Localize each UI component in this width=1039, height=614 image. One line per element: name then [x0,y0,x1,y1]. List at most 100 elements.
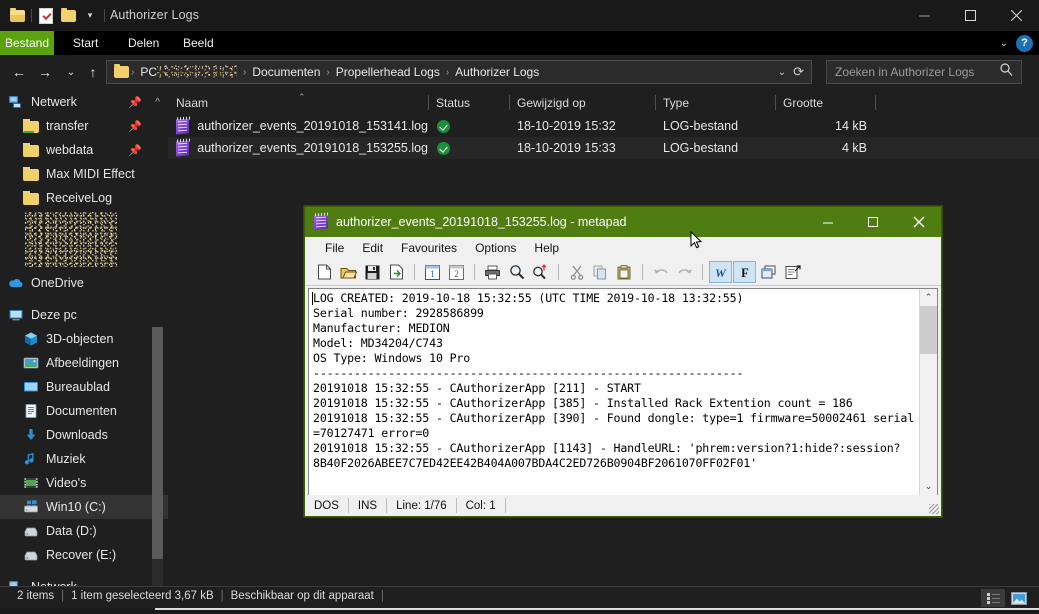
menu-help[interactable]: Help [525,239,568,257]
sidebar-item-3d-objecten[interactable]: 3D-objecten [0,327,168,351]
menu-file[interactable]: File [316,239,353,257]
scroll-down-arrow-icon[interactable]: ⌄ [920,478,937,495]
resize-grip[interactable] [929,504,939,514]
pin-icon[interactable]: 📌 [128,96,142,109]
column-header-grootte[interactable]: Grootte [775,90,875,115]
help-icon[interactable]: ? [1016,34,1033,52]
window-icon[interactable] [757,261,780,283]
column-header-status[interactable]: Status [428,90,509,115]
scroll-up-arrow-icon[interactable]: ⌃ [920,289,937,306]
breadcrumb-item-documenten[interactable]: Documenten [248,65,324,79]
forward-button[interactable]: → [34,62,56,82]
back-button[interactable]: ← [8,62,30,82]
open-file-icon[interactable] [337,261,360,283]
file-name-cell[interactable]: authorizer_events_20191018_153141.log [168,115,428,137]
breadcrumb-item-propellerhead-logs[interactable]: Propellerhead Logs [332,65,444,79]
table-row[interactable]: authorizer_events_20191018_153141.log 18… [168,115,1039,137]
sidebar-item-label: Video's [46,476,87,490]
sidebar-item-netwerk-quickaccess[interactable]: Netwerk 📌 ^ [0,90,168,114]
search-icon[interactable] [1000,63,1021,81]
pin-icon[interactable]: 📌 [128,144,142,157]
sidebar-item-onedrive[interactable]: OneDrive [0,271,168,295]
menu-edit[interactable]: Edit [353,239,392,257]
sidebar-item-deze-pc[interactable]: Deze pc [0,303,168,327]
chevron-down-icon[interactable]: ⌄ [778,67,786,78]
sidebar-item-downloads[interactable]: Downloads [0,423,168,447]
copy-icon[interactable] [589,261,612,283]
sidebar-item-label: Max MIDI Effect [46,167,135,181]
nav-pane-scroll-thumb[interactable] [152,327,163,559]
refresh-icon[interactable]: ⟳ [793,64,804,80]
metapad-vertical-scrollbar[interactable]: ⌃ ⌄ [919,289,937,495]
tab-bestand[interactable]: Bestand [0,31,54,55]
tab-delen[interactable]: Delen [117,31,170,55]
chevron-down-icon[interactable]: ▾ [79,5,101,27]
find-icon[interactable] [505,261,528,283]
redo-icon[interactable] [673,261,696,283]
up-button[interactable]: ↑ [82,62,104,82]
metapad-text-area[interactable]: LOG CREATED: 2019-10-18 15:32:55 (UTC TI… [308,288,938,496]
log-file-content[interactable]: LOG CREATED: 2019-10-18 15:32:55 (UTC TI… [313,291,919,471]
print-icon[interactable] [481,261,504,283]
menu-favourites[interactable]: Favourites [392,239,466,257]
new-file-icon[interactable] [313,261,336,283]
font-icon[interactable]: F [733,261,756,283]
sidebar-item-afbeeldingen[interactable]: Afbeeldingen [0,351,168,375]
sidebar-item-documenten[interactable]: Documenten [0,399,168,423]
nav-pane-scrollbar[interactable] [152,327,163,586]
file-name-cell[interactable]: authorizer_events_20191018_153255.log [168,137,428,159]
metapad-maximize-button[interactable] [851,207,896,237]
navigation-pane[interactable]: Netwerk 📌 ^ transfer 📌 webdata 📌 Max MID… [0,90,168,586]
table-row[interactable]: authorizer_events_20191018_153255.log 18… [168,137,1039,159]
pin-icon[interactable]: 📌 [128,120,142,133]
column-header-gewijzigd-op[interactable]: Gewijzigd op [509,90,655,115]
undo-icon[interactable] [649,261,672,283]
sidebar-item-data-d[interactable]: Data (D:) [0,519,168,543]
column-header-type[interactable]: Type [655,90,775,115]
sidebar-item-bureaublad[interactable]: Bureaublad [0,375,168,399]
column-header-naam[interactable]: Naam ⌃ [168,90,428,115]
sidebar-item-win10-c[interactable]: Win10 (C:) [0,495,168,519]
maximize-button[interactable] [947,0,993,31]
save-file-icon[interactable] [361,261,384,283]
address-bar[interactable]: › PC › Documenten › Propellerhead Logs ›… [106,60,812,84]
properties-icon[interactable] [781,261,804,283]
find-replace-icon[interactable] [529,261,552,283]
folder-new-icon[interactable] [6,5,28,27]
paste-icon[interactable] [613,261,636,283]
tab-beeld[interactable]: Beeld [172,31,225,55]
chevron-down-icon[interactable]: ⌄ [1000,38,1008,49]
tab-start[interactable]: Start [62,31,109,55]
recent-locations-button[interactable]: ⌄ [60,62,82,82]
sidebar-item-muziek[interactable]: Muziek [0,447,168,471]
large-icons-view-icon[interactable] [1007,589,1031,607]
properties-icon[interactable] [35,5,57,27]
sidebar-item-receivelog[interactable]: ReceiveLog [0,186,168,210]
breadcrumb-item-pc[interactable]: PC [136,65,241,79]
metapad-title-bar[interactable]: authorizer_events_20191018_153255.log - … [305,207,941,237]
metapad-scroll-thumb[interactable] [920,306,937,354]
folder-icon[interactable] [57,5,79,27]
desktop-icon [23,379,39,395]
cut-icon[interactable] [565,261,588,283]
sidebar-item-max-midi-effect[interactable]: Max MIDI Effect [0,162,168,186]
view-1-icon[interactable]: 1 [421,261,444,283]
sidebar-item-videos[interactable]: Video's [0,471,168,495]
sidebar-item-recover-e[interactable]: Recover (E:) [0,543,168,567]
menu-options[interactable]: Options [466,239,525,257]
search-input[interactable]: Zoeken in Authorizer Logs [826,60,1022,84]
word-wrap-icon[interactable]: W [709,261,732,283]
sidebar-item-webdata[interactable]: webdata 📌 [0,138,168,162]
metapad-minimize-button[interactable] [806,207,851,237]
metapad-close-button[interactable] [896,207,941,237]
close-button[interactable] [993,0,1039,31]
column-divider-5[interactable] [875,95,876,110]
sidebar-item-transfer[interactable]: transfer 📌 [0,114,168,138]
breadcrumb-item-authorizer-logs[interactable]: Authorizer Logs [451,65,543,79]
minimize-button[interactable] [901,0,947,31]
details-view-icon[interactable] [981,589,1005,607]
chevron-up-icon[interactable]: ^ [155,97,160,108]
view-2-icon[interactable]: 2 [445,261,468,283]
sidebar-item-netwerk-root[interactable]: Netwerk ⌄ [0,575,168,586]
save-as-icon[interactable] [385,261,408,283]
